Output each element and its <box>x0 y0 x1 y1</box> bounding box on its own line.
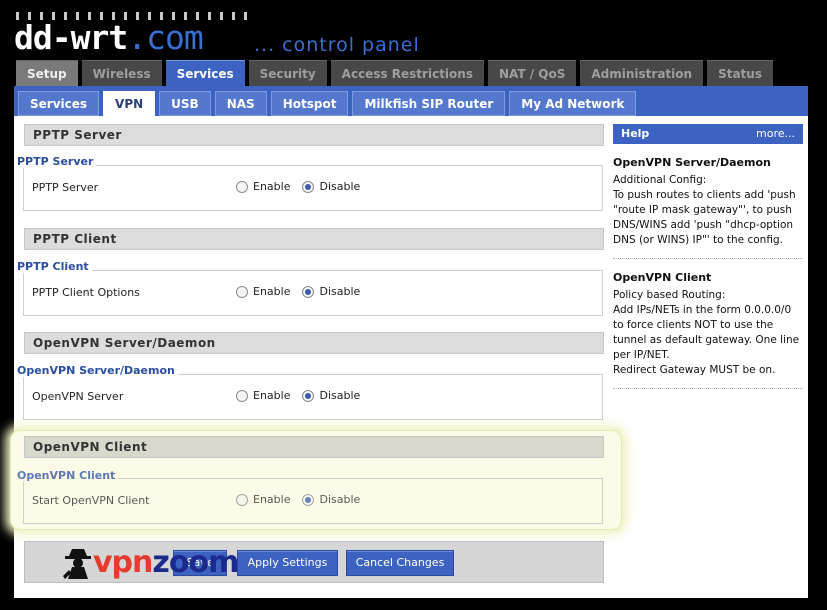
vpnzoom-part2: zoom <box>152 545 239 580</box>
openvpn-client-legend: OpenVPN Client <box>17 469 119 482</box>
main-tab-security[interactable]: Security <box>248 60 327 86</box>
help-more-link[interactable]: more... <box>756 124 795 144</box>
openvpn-server-fieldset: OpenVPN Server Enable Disable <box>23 374 603 420</box>
cancel-changes-button[interactable]: Cancel Changes <box>346 550 454 576</box>
pptp-client-enable-radio[interactable] <box>236 285 248 298</box>
spy-icon <box>63 549 91 579</box>
start-openvpn-client-label: Start OpenVPN Client <box>32 494 150 507</box>
control-panel-subtitle: ... control panel <box>254 34 420 56</box>
sub-tab-vpn[interactable]: VPN <box>103 91 156 116</box>
logo-main: dd-wrt <box>14 18 128 57</box>
sub-tab-hotspot[interactable]: Hotspot <box>270 91 349 116</box>
main-tab-status[interactable]: Status <box>707 60 773 86</box>
openvpn-server-label: OpenVPN Server <box>32 390 124 403</box>
sub-tab-nas[interactable]: NAS <box>214 91 267 116</box>
pptp-server-radio-group: Enable Disable <box>236 180 372 193</box>
header: dd-wrt.com ... control panel <box>0 0 827 58</box>
main-tab-services[interactable]: Services <box>165 60 245 86</box>
pptp-server-disable-label[interactable]: Disable <box>319 180 360 193</box>
apply-settings-button[interactable]: Apply Settings <box>237 550 338 576</box>
sub-tab-usb[interactable]: USB <box>159 91 211 116</box>
pptp-server-enable-label[interactable]: Enable <box>253 180 290 193</box>
pptp-client-disable-radio[interactable] <box>302 285 315 298</box>
openvpn-server-radio-group: Enable Disable <box>236 389 372 402</box>
pptp-server-label: PPTP Server <box>32 181 99 194</box>
openvpn-server-legend: OpenVPN Server/Daemon <box>17 364 178 377</box>
pptp-server-legend: PPTP Server <box>17 155 97 168</box>
main-tab-administration[interactable]: Administration <box>580 60 704 86</box>
vpnzoom-watermark: vpnzoom <box>63 545 239 581</box>
pptp-client-fieldset: PPTP Client Options Enable Disable <box>23 270 603 316</box>
vpnzoom-wordmark: vpnzoom <box>93 545 239 580</box>
help-entry-title: OpenVPN Client <box>613 271 712 284</box>
help-panel: Help more... OpenVPN Server/Daemon Addit… <box>613 124 803 389</box>
content-area: PPTP Server PPTP Server Enable Disable P… <box>10 116 808 598</box>
main-tab-access-restrictions[interactable]: Access Restrictions <box>330 60 484 86</box>
openvpn-client-radio-group: Enable Disable <box>236 493 372 506</box>
openvpn-client-fieldset: Start OpenVPN Client Enable Disable <box>23 478 603 524</box>
pptp-client-enable-label[interactable]: Enable <box>253 285 290 298</box>
pptp-client-options-label: PPTP Client Options <box>32 286 140 299</box>
openvpn-client-enable-label[interactable]: Enable <box>253 493 290 506</box>
openvpn-server-enable-label[interactable]: Enable <box>253 389 290 402</box>
openvpn-server-disable-label[interactable]: Disable <box>319 389 360 402</box>
pptp-client-radio-group: Enable Disable <box>236 285 372 298</box>
pptp-server-enable-radio[interactable] <box>236 180 248 193</box>
help-entry-text: Additional Config: To push routes to cli… <box>613 173 803 259</box>
openvpn-client-disable-label[interactable]: Disable <box>319 493 360 506</box>
main-tab-wireless[interactable]: Wireless <box>81 60 162 86</box>
help-entry-title: OpenVPN Server/Daemon <box>613 156 771 169</box>
sub-navigation-bar: Services VPN USB NAS Hotspot Milkfish SI… <box>14 86 808 116</box>
help-entry-text: Policy based Routing: Add IPs/NETs in th… <box>613 288 803 389</box>
help-header: Help more... <box>613 124 803 144</box>
pptp-server-fieldset: PPTP Server Enable Disable <box>23 165 603 211</box>
pptp-client-legend: PPTP Client <box>17 260 92 273</box>
sub-tab-milkfish-sip-router[interactable]: Milkfish SIP Router <box>352 91 506 116</box>
main-tab-nat-qos[interactable]: NAT / QoS <box>487 60 577 86</box>
openvpn-client-disable-radio[interactable] <box>302 493 315 506</box>
pptp-client-disable-label[interactable]: Disable <box>319 285 360 298</box>
dd-wrt-logo[interactable]: dd-wrt.com <box>14 18 204 58</box>
pptp-server-disable-radio[interactable] <box>302 180 315 193</box>
vpn-settings-panel: PPTP Server PPTP Server Enable Disable P… <box>10 116 622 598</box>
logo-dot-com: .com <box>127 18 203 57</box>
sub-tab-my-ad-network[interactable]: My Ad Network <box>509 91 637 116</box>
openvpn-server-disable-radio[interactable] <box>302 389 315 402</box>
section-header-openvpn-client: OpenVPN Client <box>24 436 604 458</box>
main-tab-setup[interactable]: Setup <box>16 60 78 86</box>
section-header-openvpn-server: OpenVPN Server/Daemon <box>24 332 604 354</box>
action-bar: Save Apply Settings Cancel Changes vpnzo… <box>24 541 604 583</box>
section-header-pptp-client: PPTP Client <box>24 228 604 250</box>
help-title: Help <box>621 127 650 140</box>
vpnzoom-part1: vpn <box>93 545 153 580</box>
section-header-pptp-server: PPTP Server <box>24 124 604 146</box>
openvpn-server-enable-radio[interactable] <box>236 389 248 402</box>
openvpn-client-enable-radio[interactable] <box>236 493 248 506</box>
sub-tab-services[interactable]: Services <box>18 91 100 116</box>
main-navigation: Setup Wireless Services Security Access … <box>16 60 773 86</box>
